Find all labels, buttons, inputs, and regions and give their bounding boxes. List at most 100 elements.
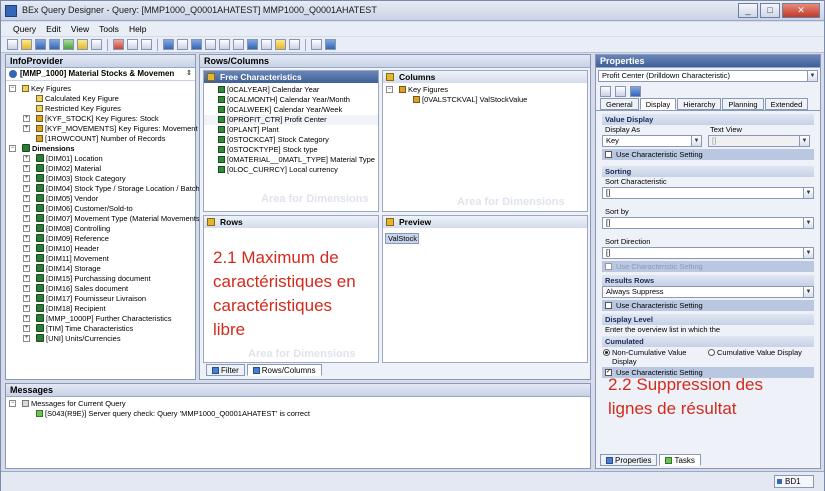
link-icon[interactable] bbox=[630, 85, 641, 97]
tab-tasks[interactable]: Tasks bbox=[659, 454, 701, 466]
expand-icon[interactable]: + bbox=[23, 305, 30, 312]
cut-icon[interactable] bbox=[113, 39, 124, 50]
tree-item[interactable]: [DIM14] Storage + bbox=[6, 264, 195, 274]
paste-icon[interactable] bbox=[141, 39, 152, 50]
properties-selector[interactable]: Profit Center (Drilldown Characteristic)… bbox=[598, 70, 818, 82]
conditions-icon[interactable] bbox=[219, 39, 230, 50]
columns-item[interactable]: [0VALSTCKVAL] ValStockValue bbox=[383, 95, 587, 105]
tasks-icon[interactable] bbox=[261, 39, 272, 50]
tree-item[interactable]: [DIM06] Customer/Sold-to + bbox=[6, 204, 195, 214]
columns-area[interactable]: Columns − Key Figures [0VALSTCKVAL] ValS… bbox=[382, 70, 588, 212]
exceptions-icon[interactable] bbox=[233, 39, 244, 50]
tree-item[interactable]: [DIM07] Movement Type (Material Movement… bbox=[6, 214, 200, 224]
publish-icon[interactable] bbox=[91, 39, 102, 50]
tree-item[interactable]: [DIM11] Movement + bbox=[6, 254, 195, 264]
sort-direction-select[interactable]: [] ▼ bbox=[602, 247, 814, 259]
expand-icon[interactable]: + bbox=[23, 125, 30, 132]
tab-planning[interactable]: Planning bbox=[722, 98, 764, 110]
where-used-icon[interactable] bbox=[289, 39, 300, 50]
check-icon[interactable] bbox=[63, 39, 74, 50]
expand-icon[interactable]: + bbox=[23, 225, 30, 232]
free-characteristic-item[interactable]: [0CALMONTH] Calendar Year/Month bbox=[204, 95, 378, 105]
expand-icon[interactable]: + bbox=[23, 235, 30, 242]
collapse-icon[interactable]: − bbox=[386, 86, 393, 93]
free-characteristic-item[interactable]: [0LOC_CURRCY] Local currency bbox=[204, 165, 378, 175]
tree-item[interactable]: [DIM09] Reference + bbox=[6, 234, 195, 244]
tree-item[interactable]: [DIM05] Vendor + bbox=[6, 194, 195, 204]
properties-icon[interactable] bbox=[77, 39, 88, 50]
menu-tools[interactable]: Tools bbox=[99, 22, 119, 36]
sort-by-select[interactable]: [] ▼ bbox=[602, 217, 814, 229]
expand-icon[interactable]: + bbox=[23, 155, 30, 162]
tree-item[interactable]: [DIM16] Sales document + bbox=[6, 284, 195, 294]
open-icon[interactable] bbox=[21, 39, 32, 50]
expand-icon[interactable]: + bbox=[23, 295, 30, 302]
tree-item[interactable]: [DIM17] Fournisseur Livraison + bbox=[6, 294, 195, 304]
free-characteristic-item[interactable]: [0STOCKCAT] Stock Category bbox=[204, 135, 378, 145]
properties-view-icon[interactable] bbox=[247, 39, 258, 50]
tab-extended[interactable]: Extended bbox=[764, 98, 809, 110]
copy-icon[interactable] bbox=[127, 39, 138, 50]
tree-item[interactable]: [KYF_STOCK] Key Figures: Stock + bbox=[6, 114, 195, 124]
free-characteristic-item[interactable]: [0MATERIAL__0MATL_TYPE] Material Type bbox=[204, 155, 378, 165]
edit-icon[interactable] bbox=[600, 85, 611, 97]
tree-item[interactable]: [DIM08] Controlling + bbox=[6, 224, 195, 234]
expand-icon[interactable]: + bbox=[23, 265, 30, 272]
infoprovider-icon[interactable] bbox=[163, 39, 174, 50]
free-characteristic-item[interactable]: [0CALWEEK] Calendar Year/Week bbox=[204, 105, 378, 115]
expand-icon[interactable]: + bbox=[23, 335, 30, 342]
tab-hierarchy[interactable]: Hierarchy bbox=[677, 98, 722, 110]
cumulative-radio[interactable]: Cumulative Value Display bbox=[707, 348, 802, 366]
tab-properties[interactable]: Properties bbox=[600, 454, 658, 466]
expand-icon[interactable]: + bbox=[23, 205, 30, 212]
tree-item[interactable]: [DIM04] Stock Type / Storage Location / … bbox=[6, 184, 200, 194]
collapse-icon[interactable]: − bbox=[9, 400, 16, 407]
tree-item[interactable]: [DIM18] Recipient + bbox=[6, 304, 195, 314]
close-button[interactable]: ✕ bbox=[782, 3, 820, 18]
tab-rows-columns[interactable]: Rows/Columns bbox=[246, 364, 322, 376]
menu-query[interactable]: Query bbox=[13, 22, 36, 36]
free-characteristic-item[interactable]: [0STOCKTYPE] Stock type bbox=[204, 145, 378, 155]
expand-icon[interactable]: + bbox=[23, 285, 30, 292]
new-icon[interactable] bbox=[7, 39, 18, 50]
tree-item[interactable]: [DIM01] Location + bbox=[6, 154, 195, 164]
free-characteristics-area[interactable]: Free Characteristics [0CALYEAR] Calendar… bbox=[203, 70, 379, 212]
expand-icon[interactable]: + bbox=[23, 325, 30, 332]
save-icon[interactable] bbox=[35, 39, 46, 50]
menu-edit[interactable]: Edit bbox=[46, 22, 61, 36]
tree-item[interactable]: [TIM] Time Characteristics + bbox=[6, 324, 195, 334]
tree-item[interactable]: [KYF_MOVEMENTS] Key Figures: Movement + bbox=[6, 124, 198, 134]
display-as-select[interactable]: Key ▼ bbox=[602, 135, 702, 147]
dropdown-tools-icon[interactable] bbox=[325, 39, 336, 50]
menu-view[interactable]: View bbox=[71, 22, 89, 36]
expand-icon[interactable]: + bbox=[23, 315, 30, 322]
message-item[interactable]: [S043(R9E)] Server query check: Query 'M… bbox=[6, 409, 590, 419]
save-all-icon[interactable] bbox=[49, 39, 60, 50]
tab-general[interactable]: General bbox=[600, 98, 639, 110]
menu-help[interactable]: Help bbox=[129, 22, 146, 36]
free-characteristic-item[interactable]: [0PROFIT_CTR] Profit Center bbox=[204, 115, 378, 125]
filter-icon[interactable] bbox=[177, 39, 188, 50]
sort-icon[interactable] bbox=[615, 85, 626, 97]
maximize-button[interactable]: □ bbox=[760, 3, 780, 18]
rows-columns-icon[interactable] bbox=[191, 39, 202, 50]
technical-names-icon[interactable] bbox=[311, 39, 322, 50]
result-rows-select[interactable]: Always Suppress ▼ bbox=[602, 286, 814, 298]
sorting-use-setting[interactable]: Use Characteristic Setting bbox=[602, 261, 814, 272]
expand-icon[interactable]: + bbox=[23, 115, 30, 122]
expand-icon[interactable]: + bbox=[23, 255, 30, 262]
expand-icon[interactable]: + bbox=[23, 185, 30, 192]
tree-item[interactable]: [UNI] Units/Currencies + bbox=[6, 334, 195, 344]
tree-item[interactable]: [DIM10] Header + bbox=[6, 244, 195, 254]
tree-item[interactable]: [DIM15] Purchassing document + bbox=[6, 274, 195, 284]
tree-item[interactable]: [MMP_1000P] Further Characteristics + bbox=[6, 314, 195, 324]
expand-icon[interactable]: + bbox=[23, 165, 30, 172]
tree-item[interactable]: [DIM03] Stock Category + bbox=[6, 174, 195, 184]
messages-group[interactable]: − Messages for Current Query bbox=[6, 399, 590, 409]
expand-icon[interactable]: + bbox=[23, 215, 30, 222]
tree-item[interactable]: [DIM02] Material + bbox=[6, 164, 195, 174]
expand-icon[interactable]: + bbox=[23, 175, 30, 182]
non-cumulative-radio[interactable]: Non-Cumulative Value Display bbox=[602, 348, 707, 366]
tab-display[interactable]: Display bbox=[639, 98, 677, 110]
cells-icon[interactable] bbox=[205, 39, 216, 50]
